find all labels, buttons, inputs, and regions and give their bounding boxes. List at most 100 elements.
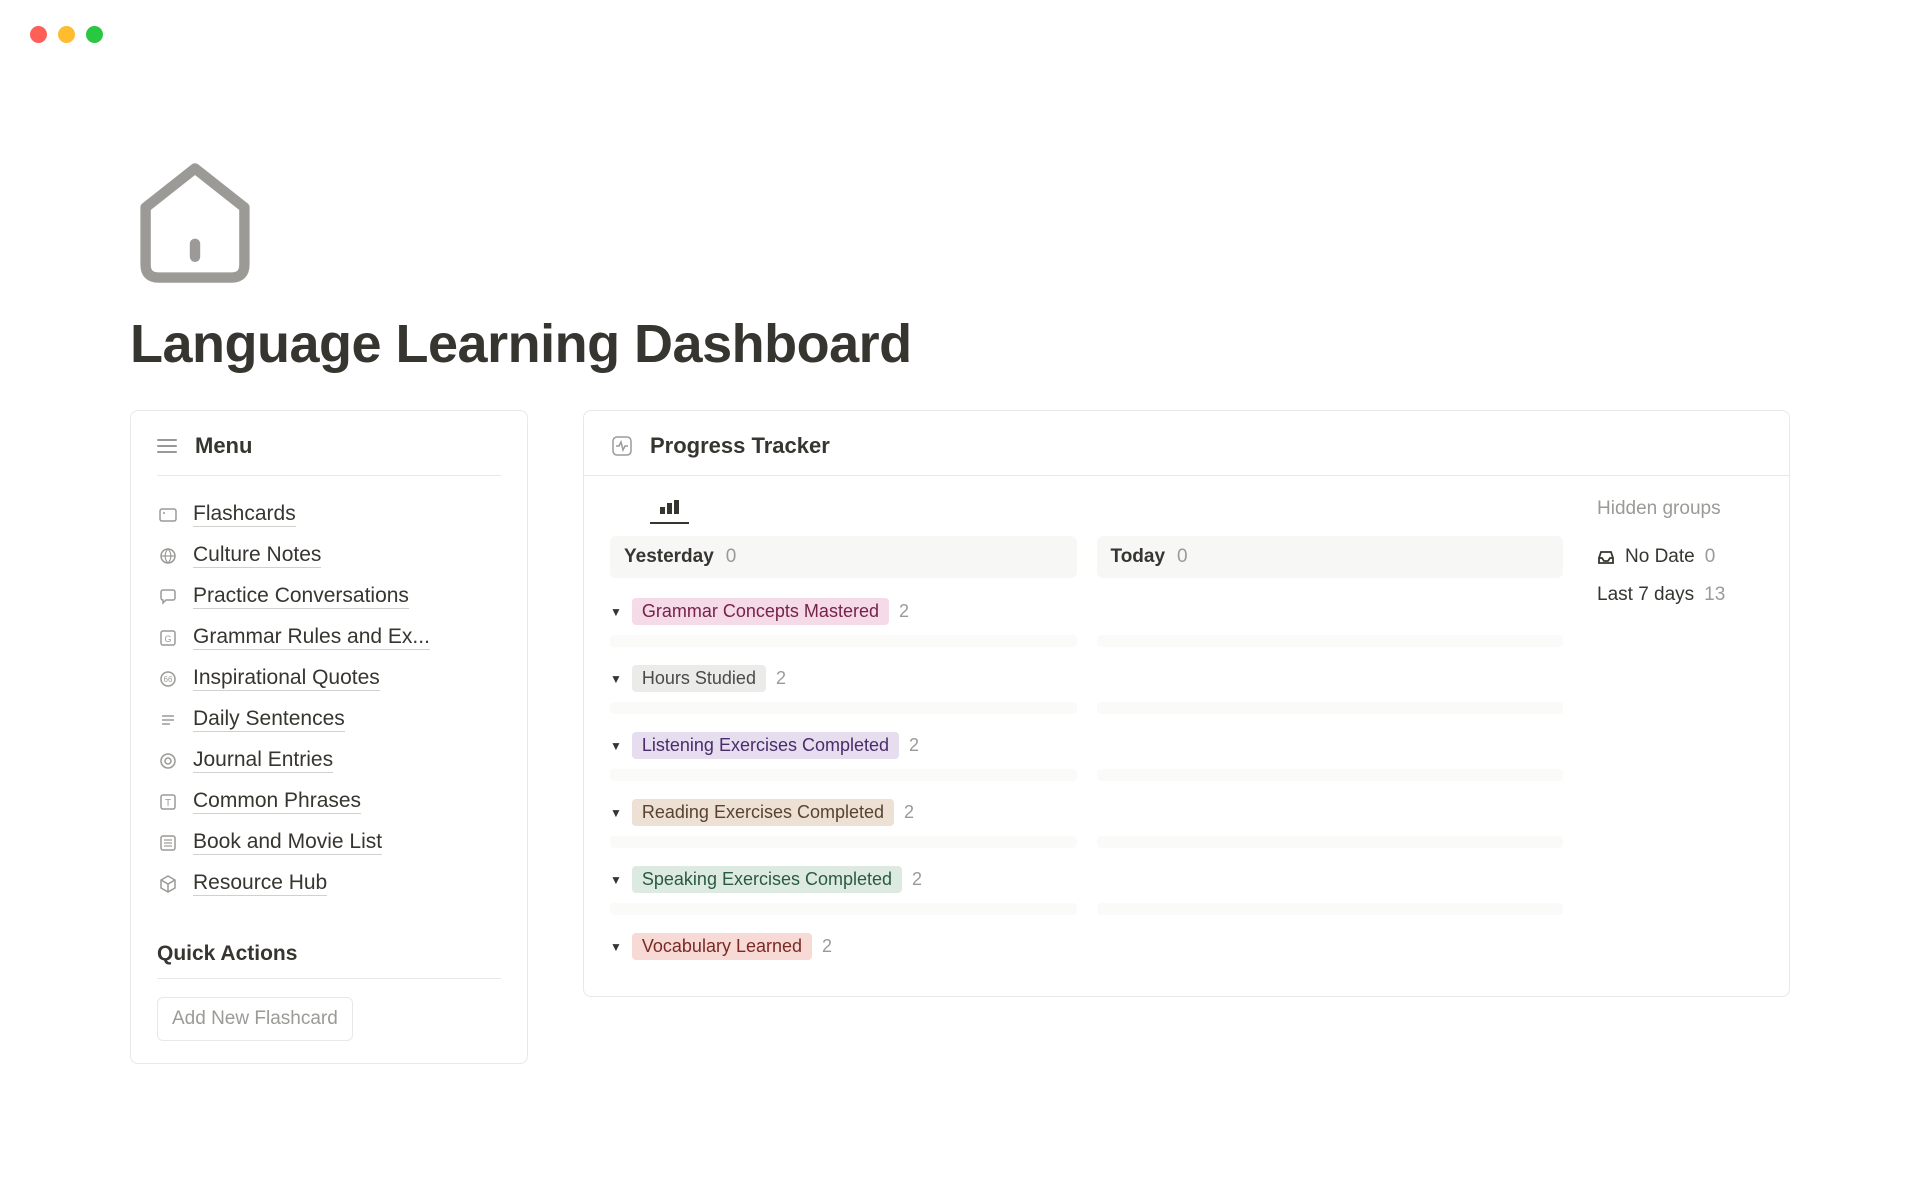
- quick-actions-title: Quick Actions: [157, 942, 501, 979]
- page-icon[interactable]: [130, 158, 1790, 293]
- grammar-icon: G: [157, 627, 179, 649]
- text-icon: T: [157, 791, 179, 813]
- add-flashcard-button[interactable]: Add New Flashcard: [157, 997, 353, 1041]
- close-window-button[interactable]: [30, 26, 47, 43]
- menu-item-label: Journal Entries: [193, 748, 333, 773]
- quote-icon: 66: [157, 668, 179, 690]
- empty-slot[interactable]: [1097, 769, 1564, 781]
- page-title: Language Learning Dashboard: [130, 313, 1790, 375]
- empty-slot[interactable]: [1097, 903, 1564, 915]
- empty-slot[interactable]: [1097, 702, 1564, 714]
- house-icon: [130, 158, 260, 288]
- chevron-down-icon[interactable]: ▼: [610, 605, 622, 619]
- category-badge: Speaking Exercises Completed: [632, 866, 902, 893]
- category-header[interactable]: ▼ Grammar Concepts Mastered 2: [610, 592, 1563, 631]
- view-tabs: [610, 476, 1563, 524]
- hidden-group-last-7-days[interactable]: Last 7 days 13: [1597, 576, 1763, 614]
- menu-item-grammar-rules[interactable]: G Grammar Rules and Ex...: [157, 617, 501, 658]
- category-badge: Listening Exercises Completed: [632, 732, 899, 759]
- column-today: Today 0: [1097, 536, 1564, 584]
- category-header[interactable]: ▼ Hours Studied 2: [610, 659, 1563, 698]
- menu-item-culture-notes[interactable]: Culture Notes: [157, 535, 501, 576]
- category-count: 2: [822, 936, 832, 957]
- menu-item-book-movie-list[interactable]: Book and Movie List: [157, 822, 501, 863]
- hidden-group-count: 0: [1705, 546, 1716, 568]
- hamburger-icon: [157, 439, 177, 453]
- menu-item-label: Culture Notes: [193, 543, 321, 568]
- tracker-body: Yesterday 0 Today 0: [584, 476, 1789, 996]
- cube-icon: [157, 873, 179, 895]
- column-header[interactable]: Today 0: [1097, 536, 1564, 578]
- empty-slot[interactable]: [610, 635, 1077, 647]
- tracker-title: Progress Tracker: [650, 433, 830, 459]
- empty-slot[interactable]: [610, 836, 1077, 848]
- column-count: 0: [726, 546, 737, 568]
- column-title: Yesterday: [624, 546, 714, 568]
- board-view-tab[interactable]: [650, 492, 689, 524]
- menu-item-label: Resource Hub: [193, 871, 327, 896]
- board-icon: [660, 500, 679, 514]
- menu-list: Flashcards Culture Notes Practice Conver…: [157, 494, 501, 904]
- category-hours: ▼ Hours Studied 2: [610, 651, 1563, 718]
- minimize-window-button[interactable]: [58, 26, 75, 43]
- category-count: 2: [909, 735, 919, 756]
- hidden-group-label: Last 7 days: [1597, 584, 1694, 606]
- menu-item-flashcards[interactable]: Flashcards: [157, 494, 501, 535]
- inbox-icon: [1597, 548, 1615, 566]
- menu-item-practice-conversations[interactable]: Practice Conversations: [157, 576, 501, 617]
- sidebar-menu-card: Menu Flashcards Culture Notes: [130, 410, 528, 1064]
- column-yesterday: Yesterday 0: [610, 536, 1077, 584]
- category-header[interactable]: ▼ Listening Exercises Completed 2: [610, 726, 1563, 765]
- chevron-down-icon[interactable]: ▼: [610, 672, 622, 686]
- chevron-down-icon[interactable]: ▼: [610, 806, 622, 820]
- menu-header: Menu: [157, 433, 501, 476]
- svg-text:T: T: [165, 798, 171, 809]
- empty-slot[interactable]: [610, 702, 1077, 714]
- empty-slot[interactable]: [1097, 836, 1564, 848]
- card-icon: [157, 504, 179, 526]
- progress-tracker-card: Progress Tracker: [583, 410, 1790, 997]
- globe-note-icon: [157, 545, 179, 567]
- category-badge: Grammar Concepts Mastered: [632, 598, 889, 625]
- chevron-down-icon[interactable]: ▼: [610, 940, 622, 954]
- content-wrapper: Menu Flashcards Culture Notes: [130, 410, 1790, 1064]
- svg-text:66: 66: [164, 675, 173, 684]
- menu-item-label: Grammar Rules and Ex...: [193, 625, 430, 650]
- chat-icon: [157, 586, 179, 608]
- list-icon: [157, 832, 179, 854]
- category-vocabulary: ▼ Vocabulary Learned 2: [610, 919, 1563, 970]
- lines-icon: [157, 709, 179, 731]
- maximize-window-button[interactable]: [86, 26, 103, 43]
- tracker-header: Progress Tracker: [584, 411, 1789, 476]
- empty-slot[interactable]: [610, 903, 1077, 915]
- menu-item-common-phrases[interactable]: T Common Phrases: [157, 781, 501, 822]
- category-header[interactable]: ▼ Vocabulary Learned 2: [610, 927, 1563, 966]
- menu-item-journal-entries[interactable]: Journal Entries: [157, 740, 501, 781]
- empty-slot[interactable]: [610, 769, 1077, 781]
- column-header[interactable]: Yesterday 0: [610, 536, 1077, 578]
- menu-item-label: Inspirational Quotes: [193, 666, 380, 691]
- category-count: 2: [899, 601, 909, 622]
- hidden-group-no-date[interactable]: No Date 0: [1597, 538, 1763, 576]
- menu-item-label: Common Phrases: [193, 789, 361, 814]
- hidden-groups-panel: Hidden groups No Date 0 Last 7 days 13: [1563, 476, 1763, 970]
- journal-icon: [157, 750, 179, 772]
- menu-item-label: Practice Conversations: [193, 584, 409, 609]
- category-count: 2: [776, 668, 786, 689]
- empty-slot[interactable]: [1097, 635, 1564, 647]
- menu-title: Menu: [195, 433, 252, 459]
- category-header[interactable]: ▼ Speaking Exercises Completed 2: [610, 860, 1563, 899]
- chevron-down-icon[interactable]: ▼: [610, 739, 622, 753]
- hidden-group-label: No Date: [1625, 546, 1695, 568]
- menu-item-daily-sentences[interactable]: Daily Sentences: [157, 699, 501, 740]
- menu-item-label: Flashcards: [193, 502, 296, 527]
- menu-item-inspirational-quotes[interactable]: 66 Inspirational Quotes: [157, 658, 501, 699]
- category-header[interactable]: ▼ Reading Exercises Completed 2: [610, 793, 1563, 832]
- column-title: Today: [1111, 546, 1166, 568]
- menu-item-label: Daily Sentences: [193, 707, 345, 732]
- chevron-down-icon[interactable]: ▼: [610, 873, 622, 887]
- svg-text:G: G: [164, 634, 171, 644]
- column-count: 0: [1177, 546, 1188, 568]
- menu-item-resource-hub[interactable]: Resource Hub: [157, 863, 501, 904]
- category-listening: ▼ Listening Exercises Completed 2: [610, 718, 1563, 785]
